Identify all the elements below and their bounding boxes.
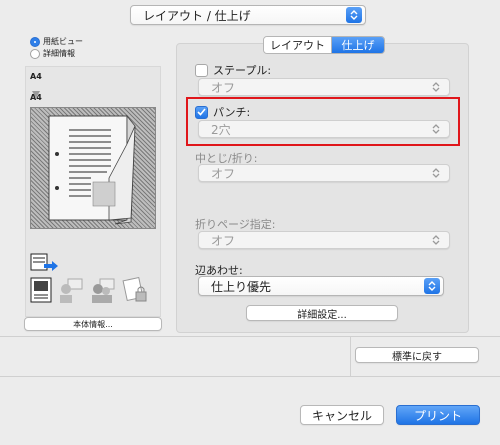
locked-document-icon	[122, 277, 147, 302]
updown-arrows-icon	[429, 121, 443, 137]
preset-category-popup[interactable]: レイアウト / 仕上げ	[130, 5, 366, 25]
view-option-detail-label: 詳細情報	[43, 49, 75, 58]
staple-label: ステープル:	[213, 64, 272, 77]
center-fold-popup[interactable]: オフ	[198, 164, 450, 182]
paper-size-bottom: A4	[30, 93, 42, 102]
center-fold-value: オフ	[211, 166, 236, 181]
tab-finishing[interactable]: 仕上げ	[332, 37, 384, 53]
updown-arrows-icon	[429, 232, 443, 248]
punch-checkbox[interactable]	[195, 105, 208, 119]
reset-defaults-button[interactable]: 標準に戻す	[355, 347, 479, 363]
punch-option[interactable]: パンチ:	[195, 104, 250, 120]
updown-arrows-icon	[346, 7, 362, 23]
checkmark-icon	[197, 108, 206, 116]
staple-option[interactable]: ステープル:	[195, 62, 271, 78]
detail-settings-button[interactable]: 詳細設定...	[246, 305, 398, 321]
paper-preview	[30, 107, 156, 229]
updown-arrows-icon	[429, 79, 443, 95]
cancel-button[interactable]: キャンセル	[300, 405, 384, 425]
device-icons-row	[30, 277, 148, 303]
radio-detail-view[interactable]	[30, 48, 40, 59]
users-sign-icon	[92, 278, 115, 303]
view-option-paper[interactable]: 用紙ビュー	[30, 36, 83, 47]
user-sign-icon	[60, 278, 83, 303]
staple-checkbox[interactable]	[195, 63, 208, 77]
document-illustration	[48, 114, 136, 225]
punch-label: パンチ:	[213, 106, 251, 119]
tab-segment: レイアウト 仕上げ	[263, 36, 385, 54]
divider-top	[0, 336, 500, 337]
fold-page-popup[interactable]: オフ	[198, 231, 450, 249]
divider-bottom	[0, 376, 500, 377]
machine-info-button[interactable]: 本体情報...	[24, 317, 162, 331]
tab-layout[interactable]: レイアウト	[264, 37, 332, 53]
print-button[interactable]: プリント	[396, 405, 480, 425]
staple-popup[interactable]: オフ	[198, 78, 450, 96]
edge-align-value: 仕上り優先	[211, 279, 272, 294]
divider-vertical	[350, 337, 351, 376]
updown-arrows-icon	[429, 165, 443, 181]
view-option-detail[interactable]: 詳細情報	[30, 48, 75, 59]
staple-value: オフ	[211, 80, 236, 95]
edge-align-popup[interactable]: 仕上り優先	[198, 276, 444, 296]
view-option-paper-label: 用紙ビュー	[43, 37, 83, 46]
fold-page-value: オフ	[211, 233, 236, 248]
radio-paper-view[interactable]	[30, 36, 40, 47]
updown-arrows-icon	[424, 278, 440, 294]
paper-size-top: A4	[30, 72, 42, 81]
fold-page-label: 折りページ指定:	[195, 218, 276, 231]
preview-panel: A4 A4	[25, 66, 161, 317]
preset-category-label: レイアウト / 仕上げ	[143, 8, 251, 23]
printer-output-icon	[30, 253, 60, 275]
punch-popup[interactable]: 2穴	[198, 120, 450, 138]
punch-value: 2穴	[211, 122, 231, 137]
printer-box-icon	[30, 277, 52, 303]
